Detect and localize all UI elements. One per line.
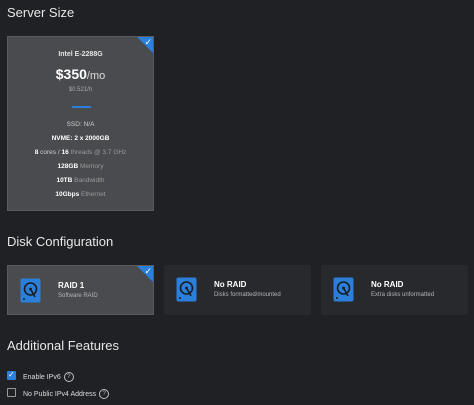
disk-option-no-raid-mounted[interactable]: No RAID Disks formatted/mounted: [164, 265, 311, 315]
disk-option-raid1[interactable]: ✓ RAID 1 Software RAID: [7, 265, 154, 315]
hourly-price: $0.521/h: [68, 87, 93, 93]
feature-label: No Public IPv4 Address: [23, 390, 97, 398]
monthly-price: $350/mo: [55, 66, 106, 82]
help-circle-icon[interactable]: ?: [63, 372, 74, 382]
disk-option-subtitle: Extra disks unformatted: [371, 292, 435, 298]
nvme-spec: NVME: 2 x 2000GB: [51, 135, 110, 142]
ipv6-checkbox[interactable]: [7, 370, 16, 380]
hard-drive-icon: [333, 277, 354, 302]
bandwidth-spec: 10TB Bandwidth: [56, 177, 105, 184]
ssd-spec: SSD: N/A: [66, 121, 95, 128]
additional-features-title: Additional Features: [7, 338, 120, 353]
feature-label: Enable IPv6: [23, 373, 61, 381]
disk-option-title: RAID 1: [58, 281, 85, 290]
memory-spec: 128GB Memory: [57, 163, 104, 170]
hard-drive-icon: [176, 277, 197, 302]
cores-threads-spec: 8 cores / 16 threads @ 3.7 GHz: [34, 149, 127, 156]
cpu-model: Intel E-2288G: [58, 51, 103, 58]
no-ipv4-checkbox[interactable]: [7, 388, 16, 397]
server-size-title: Server Size: [7, 5, 75, 20]
disk-option-subtitle: Disks formatted/mounted: [214, 292, 281, 298]
disk-option-title: No RAID: [371, 280, 404, 289]
disk-option-subtitle: Software RAID: [58, 293, 98, 299]
disk-configuration-title: Disk Configuration: [7, 234, 114, 249]
price-divider: [72, 106, 91, 108]
disk-option-no-raid-unformatted[interactable]: No RAID Extra disks unformatted: [321, 265, 468, 315]
selected-check-icon: ✓: [137, 266, 153, 282]
hard-drive-icon: [20, 278, 41, 303]
server-card-e2288g[interactable]: ✓ Intel E-2288G $350/mo $0.521/h SSD: N/…: [7, 36, 154, 211]
disk-option-title: No RAID: [214, 280, 247, 289]
help-circle-icon[interactable]: ?: [99, 389, 110, 399]
ethernet-spec: 10Gbps Ethernet: [55, 191, 106, 198]
